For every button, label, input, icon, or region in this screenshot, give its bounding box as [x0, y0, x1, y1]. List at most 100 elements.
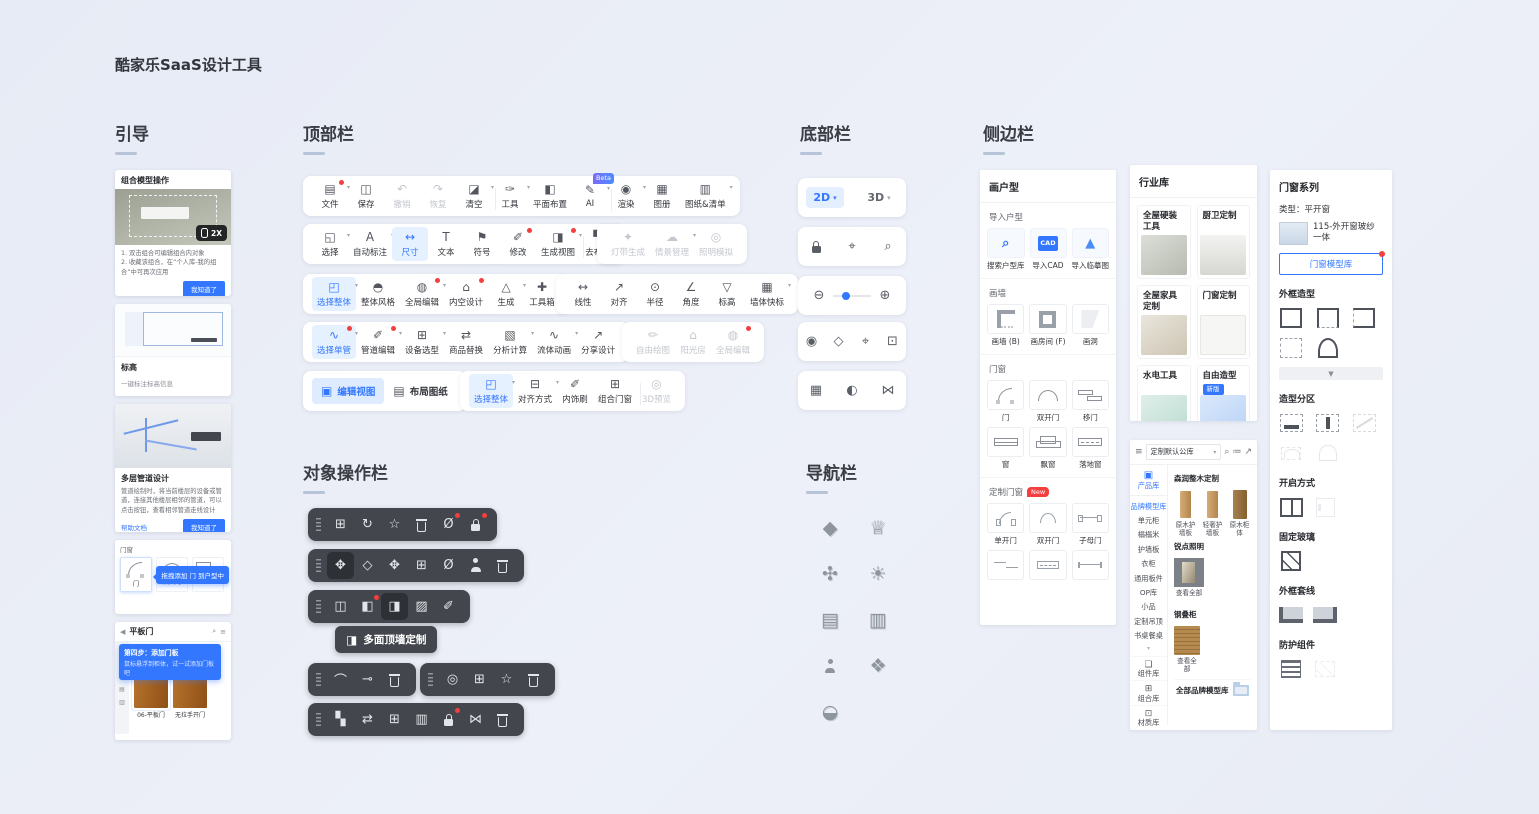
save-button[interactable]: ◫ ▾ 保存: [348, 179, 384, 213]
custom-double-door-item[interactable]: 双开门: [1029, 503, 1066, 545]
global-edit-button[interactable]: ◍ ▾ 全局编辑: [400, 277, 444, 311]
custom-door-item-5[interactable]: [1029, 550, 1066, 592]
bay-window-item[interactable]: 飘窗: [1029, 427, 1066, 469]
delete-button[interactable]: [489, 706, 516, 733]
interior-design-button[interactable]: ⌂ ▾ 内空设计: [444, 277, 488, 311]
auto-annotate-button[interactable]: A ▾ 自动标注: [348, 227, 392, 261]
person-view-button[interactable]: [462, 552, 489, 579]
zoom-slider[interactable]: [833, 295, 871, 297]
view-2d-button[interactable]: 2D ▾: [806, 187, 843, 208]
translate-button[interactable]: ✥: [381, 552, 408, 579]
swap-button[interactable]: ⇄: [354, 706, 381, 733]
lighting-sim-button[interactable]: ◎ ▾ 照明模拟: [694, 227, 738, 261]
draw-hole-item[interactable]: 画洞: [1072, 304, 1109, 346]
zone-shape-item[interactable]: [1352, 412, 1376, 434]
import-trace-item[interactable]: ▲ 导入临摹图: [1072, 228, 1110, 270]
catalog-nav-item[interactable]: 榻榻米: [1130, 528, 1167, 542]
import-cad-item[interactable]: CAD 导入CAD: [1030, 228, 1067, 270]
hard-decor-tools-card[interactable]: 全屋硬装工具: [1137, 205, 1191, 279]
generate-button[interactable]: △ ▾ 生成: [488, 277, 524, 311]
pencil-button[interactable]: ✐: [435, 593, 462, 620]
view-3d-button[interactable]: 3D ▾: [860, 187, 897, 208]
generate-view-button[interactable]: ◨ ▾ 生成视图: [536, 227, 580, 261]
kitchen-bath-card[interactable]: 厨卫定制: [1197, 205, 1251, 279]
floor-window-item[interactable]: 落地窗: [1072, 427, 1109, 469]
move-button[interactable]: ✥: [327, 552, 354, 579]
navbar-item-5[interactable]: ▤: [818, 608, 842, 632]
double-door-item[interactable]: 双开门: [1029, 380, 1066, 422]
got-it-button[interactable]: 我知道了: [183, 519, 225, 532]
open-mode-item[interactable]: [1279, 496, 1303, 518]
select-whole-button[interactable]: ◰ ▾ 选择整体: [312, 277, 356, 311]
curve-button[interactable]: ⌒: [327, 666, 354, 693]
door-item[interactable]: 门: [987, 380, 1024, 422]
lock-button[interactable]: [435, 706, 462, 733]
custom-sub-door-item[interactable]: 子母门: [1072, 503, 1109, 545]
door-window-custom-card[interactable]: 门窗定制: [1197, 285, 1251, 359]
elevation-dim-button[interactable]: ▽ ▾ 标高: [709, 277, 745, 311]
navbar-item-6[interactable]: ▥: [866, 608, 890, 632]
navbar-item-7[interactable]: [818, 654, 842, 678]
navbar-item-2[interactable]: ♕: [866, 516, 890, 540]
search-icon[interactable]: ⌕: [1224, 447, 1229, 457]
align-mode-button[interactable]: ⊟ ▾ 对齐方式: [513, 374, 557, 408]
duplicate-button[interactable]: ⊞: [327, 511, 354, 538]
region-preview-button[interactable]: ⌕: [877, 236, 899, 258]
file-button[interactable]: ▤ ▾ 文件: [312, 179, 348, 213]
lock-view-button[interactable]: [805, 236, 827, 258]
door-panel-button[interactable]: ▥: [408, 706, 435, 733]
toolbox-button[interactable]: ✚ ▾ 工具箱: [524, 277, 560, 311]
list-settings-icon[interactable]: ≔: [1232, 447, 1241, 457]
custom-door-item-6[interactable]: [1072, 550, 1109, 592]
catalog-nav-brand[interactable]: 品牌模型库: [1130, 500, 1167, 514]
navbar-item-8[interactable]: ❖: [866, 654, 890, 678]
brand-model-item[interactable]: 轻奢护墙板: [1201, 489, 1224, 537]
group-3d-button[interactable]: ◇: [354, 552, 381, 579]
material-lib-item[interactable]: ⊡ 材质库: [1130, 705, 1167, 728]
frame-line-item[interactable]: [1313, 604, 1337, 626]
zoom-out-icon[interactable]: ⊖: [808, 285, 830, 307]
layout-paper-button[interactable]: ▤ 布局图纸: [384, 378, 456, 404]
drag-handle-icon[interactable]: [316, 713, 321, 726]
drag-handle-icon[interactable]: [316, 518, 321, 531]
drag-handle-icon[interactable]: [316, 600, 321, 613]
navbar-item-4[interactable]: ☀: [866, 562, 890, 586]
focus-2-button[interactable]: ⌖: [855, 331, 877, 353]
drag-handle-icon[interactable]: [316, 559, 321, 572]
window-library-button[interactable]: 门窗模型库: [1279, 253, 1383, 275]
assembly-lib-item[interactable]: ⊞ 组合库: [1130, 680, 1167, 703]
view-all-item[interactable]: 查看全部: [1174, 625, 1200, 673]
frame-shape-item[interactable]: [1279, 307, 1303, 329]
furniture-custom-card[interactable]: 全屋家具定制: [1137, 285, 1191, 359]
wall-top-button[interactable]: ◫: [327, 593, 354, 620]
fluid-anim-button[interactable]: ∿ ▾ 流体动画: [532, 325, 576, 359]
search-floorplan-item[interactable]: ⌕ 搜索户型库: [987, 228, 1025, 270]
frame-shape-item[interactable]: [1279, 337, 1303, 359]
library-select[interactable]: 定制默认公库 ▾: [1146, 444, 1222, 460]
catalog-nav-item[interactable]: 定制吊顶: [1130, 615, 1167, 629]
tools-button[interactable]: ✑ ▾ 工具: [492, 179, 528, 213]
wings-button[interactable]: ⋈: [877, 380, 899, 402]
catalog-nav-item[interactable]: 衣柜: [1130, 557, 1167, 571]
frame-shape-item[interactable]: [1352, 307, 1376, 329]
open-mode-item[interactable]: [1313, 496, 1337, 518]
navbar-item-3[interactable]: ✣: [818, 562, 842, 586]
zoom-in-icon[interactable]: ⊕: [874, 285, 896, 307]
sliding-door-item[interactable]: 移门: [1072, 380, 1109, 422]
redo-button[interactable]: ↷ ▾ 恢复: [420, 179, 456, 213]
wall-side-button[interactable]: ◧: [354, 593, 381, 620]
catalog-nav-item[interactable]: 通用板件: [1130, 572, 1167, 586]
edit-area-button[interactable]: ▨: [408, 593, 435, 620]
render-button[interactable]: ◉ ▾ 渲染: [608, 179, 644, 213]
overall-style-button[interactable]: ◓ ▾ 整体风格: [356, 277, 400, 311]
drawings-list-button[interactable]: ▥ ▾ 图纸&清单: [680, 179, 731, 213]
expand-icon[interactable]: ↗: [1244, 447, 1252, 457]
fixed-glass-item[interactable]: [1279, 550, 1303, 572]
light-strip-button[interactable]: ✦ ▾ 灯带生成: [606, 227, 650, 261]
undo-button[interactable]: ↶ ▾ 撤销: [384, 179, 420, 213]
plan-layout-button[interactable]: ◧ ▾ 平面布置: [528, 179, 572, 213]
radius-dim-button[interactable]: ⊙ ▾ 半径: [637, 277, 673, 311]
catalog-nav-item[interactable]: 书桌餐桌: [1130, 629, 1167, 643]
drag-handle-icon[interactable]: [316, 673, 321, 686]
guard-item[interactable]: [1313, 658, 1337, 680]
